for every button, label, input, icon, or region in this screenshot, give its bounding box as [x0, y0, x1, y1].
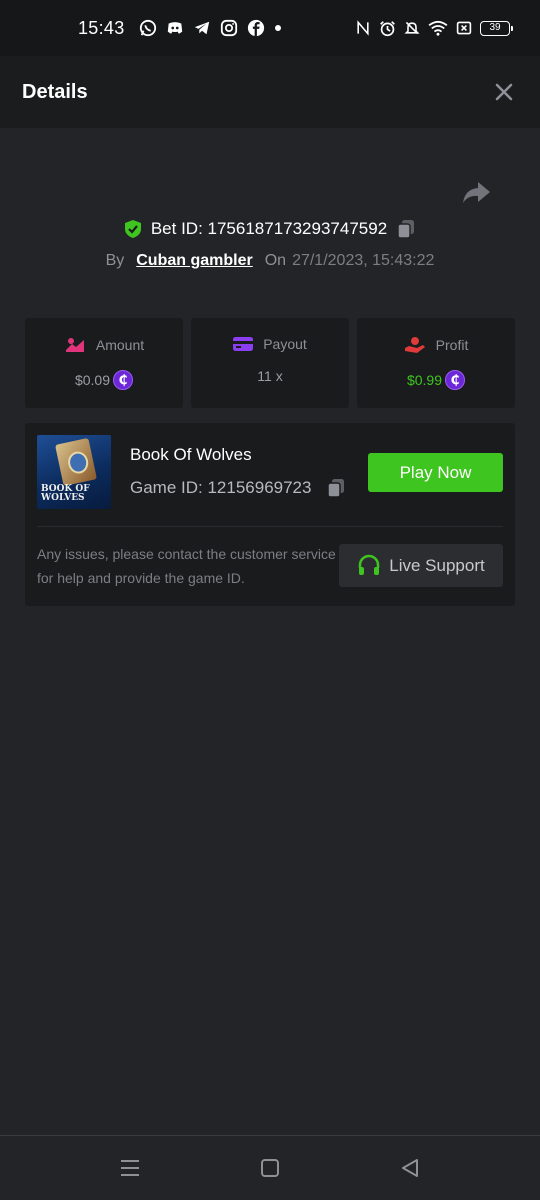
- profit-value: $0.99: [406, 372, 443, 388]
- on-label: On: [264, 252, 287, 269]
- by-label: By: [105, 252, 125, 269]
- whatsapp-icon: [139, 19, 156, 37]
- support-help-text: Any issues, please contact the customer …: [37, 546, 336, 586]
- wifi-icon: [428, 20, 448, 36]
- close-icon: [495, 83, 513, 101]
- amount-value: $0.09: [74, 372, 111, 388]
- back-button[interactable]: [390, 1148, 430, 1188]
- mute-icon: [404, 21, 420, 35]
- payout-label: Payout: [263, 336, 307, 352]
- game-id: Game ID: 12156969723: [130, 478, 312, 497]
- copy-icon: [327, 479, 345, 498]
- copy-icon: [397, 220, 415, 239]
- status-system-icons: 39: [355, 20, 513, 37]
- amount-label: Amount: [95, 337, 145, 353]
- copy-bet-id-button[interactable]: [395, 218, 417, 240]
- verified-shield-icon: [124, 220, 141, 238]
- bet-stats: Amount $0.09 ₵ Payout 11 x Profit $0.99 …: [25, 318, 515, 408]
- thumbnail-text-line-2: WOLVES: [41, 493, 85, 503]
- thumbnail-title: BOOK OF WOLVES: [41, 485, 90, 503]
- headset-icon: [359, 554, 380, 575]
- share-icon: [463, 182, 490, 203]
- live-support-button[interactable]: Live Support: [339, 544, 503, 587]
- coin-icon: ₵: [445, 370, 466, 390]
- user-name-link[interactable]: Cuban gambler: [136, 252, 252, 270]
- discord-icon: [167, 22, 182, 34]
- game-title: Book Of Wolves: [130, 445, 252, 464]
- status-bar: 15:43 39: [0, 0, 540, 56]
- nfc-icon: [357, 20, 369, 36]
- system-nav-bar: [0, 1135, 540, 1200]
- menu-lines-icon: [121, 1160, 139, 1176]
- facebook-icon: [247, 19, 264, 37]
- notification-dot: [274, 25, 281, 31]
- details-header: Details: [0, 56, 540, 128]
- play-now-button[interactable]: Play Now: [368, 453, 503, 492]
- game-card: BOOK OF WOLVES Book Of Wolves Game ID: 1…: [25, 423, 515, 606]
- game-thumbnail[interactable]: BOOK OF WOLVES: [37, 435, 111, 509]
- instagram-icon: [220, 19, 237, 37]
- copy-game-id-button[interactable]: [325, 477, 347, 499]
- payout-card-icon: [233, 337, 254, 351]
- home-square-icon: [261, 1159, 279, 1177]
- coin-icon: ₵: [113, 370, 134, 390]
- home-button[interactable]: [250, 1148, 290, 1188]
- recent-apps-button[interactable]: [110, 1148, 150, 1188]
- close-button[interactable]: [490, 78, 518, 106]
- profit-label: Profit: [435, 337, 469, 353]
- live-support-label: Live Support: [389, 555, 485, 575]
- telegram-icon: [194, 21, 209, 35]
- profit-hand-icon: [404, 337, 425, 353]
- no-sim-icon: [456, 21, 472, 35]
- bet-id: Bet ID: 1756187173293747592: [150, 219, 388, 238]
- payout-value: 11 x: [257, 368, 283, 384]
- share-button[interactable]: [460, 176, 494, 210]
- book-artwork: [55, 437, 97, 487]
- alarm-icon: [380, 20, 395, 36]
- payout-card: Payout 11 x: [191, 318, 349, 408]
- status-time: 15:43: [78, 17, 125, 38]
- bet-id-row: Bet ID: 1756187173293747592: [0, 214, 540, 244]
- status-app-icons: [139, 19, 265, 37]
- back-triangle-icon: [402, 1159, 418, 1177]
- amount-icon: [65, 338, 84, 352]
- battery-indicator: 39: [480, 20, 513, 36]
- divider: [37, 526, 503, 527]
- page-title: Details: [22, 80, 88, 103]
- profit-card: Profit $0.99 ₵: [357, 318, 515, 408]
- game-id-row: Game ID: 12156969723: [130, 477, 347, 499]
- bet-date: 27/1/2023, 15:43:22: [292, 252, 435, 269]
- amount-card: Amount $0.09 ₵: [25, 318, 183, 408]
- bet-author-row: By Cuban gambler On 27/1/2023, 15:43:22: [0, 246, 540, 276]
